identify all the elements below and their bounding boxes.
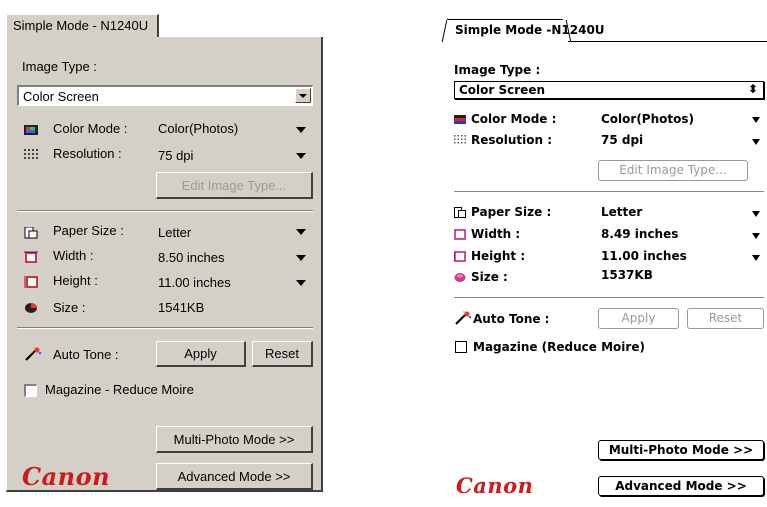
size-value: 1537KB — [601, 268, 653, 282]
paper-size-value[interactable]: Letter — [601, 205, 642, 219]
magazine-checkbox[interactable] — [455, 341, 467, 353]
edit-image-type-button[interactable]: Edit Image Type... — [156, 172, 313, 199]
size-label: Size : — [471, 270, 508, 284]
size-icon — [25, 303, 37, 313]
image-type-value: Color Screen — [459, 83, 545, 97]
width-icon — [24, 251, 38, 263]
paper-size-icon — [24, 227, 38, 239]
size-icon — [454, 273, 466, 282]
auto-tone-label: Auto Tone : — [473, 312, 550, 326]
resolution-dropdown-icon[interactable] — [296, 153, 306, 159]
resolution-label: Resolution : — [471, 133, 553, 147]
divider — [17, 210, 313, 212]
height-value[interactable]: 11.00 inches — [158, 275, 231, 290]
color-mode-icon — [24, 125, 38, 135]
tab-label: Simple Mode - N1240U — [13, 18, 149, 33]
width-label: Width : — [471, 227, 521, 241]
image-type-label: Image Type : — [454, 63, 541, 77]
width-value[interactable]: 8.50 inches — [158, 250, 225, 265]
advanced-mode-button[interactable]: Advanced Mode >> — [598, 476, 764, 496]
color-mode-value[interactable]: Color(Photos) — [158, 121, 238, 136]
height-icon — [24, 276, 38, 288]
color-mode-label: Color Mode : — [471, 112, 557, 126]
windows-scanner-panel: Simple Mode - N1240U Image Type : Color … — [0, 0, 330, 507]
image-type-select[interactable]: Color Screen — [17, 85, 313, 106]
width-label: Width : — [53, 248, 94, 263]
paper-size-dropdown-icon[interactable] — [296, 229, 306, 235]
width-dropdown-icon[interactable] — [296, 255, 306, 261]
paper-size-dropdown-icon[interactable] — [752, 211, 760, 217]
paper-size-label: Paper Size : — [53, 223, 124, 238]
divider — [17, 327, 313, 329]
apply-button[interactable]: Apply — [598, 308, 679, 329]
resolution-label: Resolution : — [53, 146, 122, 161]
paper-size-label: Paper Size : — [471, 205, 552, 219]
reset-button[interactable]: Reset — [252, 341, 313, 367]
auto-tone-icon — [455, 311, 472, 325]
magazine-checkbox[interactable] — [24, 384, 37, 397]
resolution-value[interactable]: 75 dpi — [601, 133, 643, 147]
tab-baseline — [568, 41, 767, 42]
canon-logo: Canon — [22, 462, 111, 491]
height-dropdown-icon[interactable] — [296, 280, 306, 286]
resolution-value[interactable]: 75 dpi — [158, 148, 193, 163]
tab-label: Simple Mode -N1240U — [455, 23, 605, 37]
color-mode-value[interactable]: Color(Photos) — [601, 112, 694, 126]
updown-arrow-icon[interactable]: ⬍ — [748, 82, 758, 96]
image-type-select[interactable]: Color Screen ⬍ — [454, 81, 764, 99]
divider — [454, 297, 764, 298]
edit-image-type-button[interactable]: Edit Image Type... — [598, 160, 748, 181]
width-dropdown-icon[interactable] — [752, 233, 760, 239]
size-value: 1541KB — [158, 300, 205, 315]
color-mode-dropdown-icon[interactable] — [752, 117, 760, 123]
paper-size-value[interactable]: Letter — [158, 225, 191, 240]
resolution-dropdown-icon[interactable] — [752, 139, 760, 145]
tab-simple-mode[interactable]: Simple Mode - N1240U — [6, 14, 160, 38]
height-dropdown-icon[interactable] — [752, 255, 760, 261]
multi-photo-mode-button[interactable]: Multi-Photo Mode >> — [156, 426, 313, 453]
height-label: Height : — [471, 249, 526, 263]
image-type-value: Color Screen — [23, 89, 99, 104]
width-value[interactable]: 8.49 inches — [601, 227, 678, 241]
color-mode-dropdown-icon[interactable] — [296, 127, 306, 133]
height-icon — [454, 251, 466, 262]
size-label: Size : — [53, 300, 86, 315]
dropdown-arrow-icon[interactable] — [295, 88, 311, 103]
height-label: Height : — [53, 273, 98, 288]
image-type-label: Image Type : — [22, 59, 97, 74]
paper-size-icon — [454, 207, 466, 218]
height-value[interactable]: 11.00 inches — [601, 249, 687, 263]
color-mode-icon — [454, 115, 466, 124]
canon-logo: Canon — [456, 473, 534, 498]
magazine-label: Magazine (Reduce Moire) — [473, 340, 645, 354]
magazine-label: Magazine - Reduce Moire — [45, 382, 194, 397]
auto-tone-label: Auto Tone : — [53, 347, 119, 362]
color-mode-label: Color Mode : — [53, 121, 128, 136]
multi-photo-mode-button[interactable]: Multi-Photo Mode >> — [598, 440, 764, 460]
apply-button[interactable]: Apply — [156, 341, 246, 367]
tab-simple-mode[interactable]: Simple Mode -N1240U — [447, 19, 605, 41]
width-icon — [454, 229, 466, 240]
auto-tone-icon — [25, 347, 42, 361]
resolution-icon — [24, 149, 38, 159]
resolution-icon — [454, 135, 466, 144]
mac-scanner-panel: Simple Mode -N1240U Image Type : Color S… — [430, 0, 767, 507]
divider — [454, 191, 764, 192]
reset-button[interactable]: Reset — [687, 308, 764, 329]
advanced-mode-button[interactable]: Advanced Mode >> — [156, 463, 313, 490]
